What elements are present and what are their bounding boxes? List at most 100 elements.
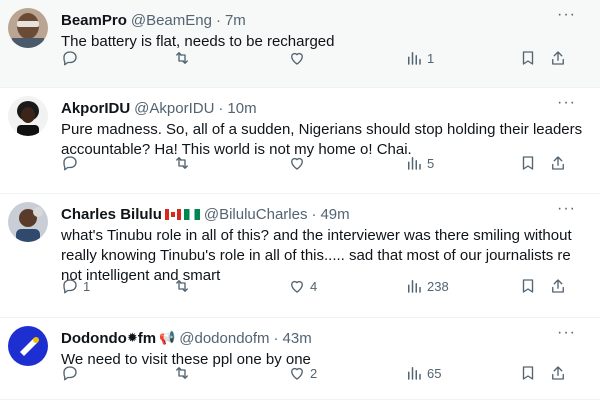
display-name[interactable]: AkporIDU (61, 100, 130, 117)
views-icon (408, 157, 421, 170)
more-icon[interactable]: ··· (557, 200, 576, 218)
view-count: 65 (427, 365, 442, 381)
user-handle[interactable]: @BiluluCharles (204, 206, 308, 223)
share-icon (552, 51, 564, 65)
view-count: 238 (427, 278, 449, 294)
like-icon (291, 52, 303, 65)
retweet-button[interactable] (173, 277, 195, 295)
views-button[interactable]: 1 (405, 49, 434, 67)
tweet-header: AkporIDU @AkporIDU · 10m (61, 98, 588, 118)
views-button[interactable]: 5 (405, 154, 434, 172)
reply-icon (63, 156, 77, 171)
tweet-header: BeamPro @BeamEng · 7m (61, 10, 588, 30)
timeline-feed: BeamPro @BeamEng · 7m The battery is fla… (0, 0, 600, 400)
view-count: 1 (427, 50, 435, 66)
share-icon (552, 366, 564, 380)
reply-button[interactable] (61, 49, 83, 67)
tweet[interactable]: BeamPro @BeamEng · 7m The battery is fla… (0, 0, 600, 88)
display-name[interactable]: BeamPro (61, 12, 127, 29)
separator: · (273, 329, 279, 347)
views-icon (408, 280, 421, 293)
separator: · (218, 99, 224, 117)
views-button[interactable]: 238 (405, 277, 449, 295)
tweet-text: Pure madness. So, all of a sudden, Niger… (61, 121, 583, 158)
share-icon (552, 156, 564, 170)
views-icon (408, 367, 421, 380)
like-button[interactable]: 2 (288, 364, 317, 382)
share-button[interactable] (549, 154, 567, 172)
timestamp[interactable]: 43m (283, 330, 312, 347)
like-icon (291, 280, 303, 293)
tweet-body: AkporIDU @AkporIDU · 10m Pure madness. S… (61, 98, 588, 160)
retweet-icon (176, 157, 188, 169)
reply-button[interactable]: 1 (61, 277, 90, 295)
like-button[interactable]: 4 (288, 277, 317, 295)
display-name[interactable]: Charles Bilulu (61, 206, 162, 223)
user-handle[interactable]: @dodondofm (179, 330, 269, 347)
views-button[interactable]: 65 (405, 364, 441, 382)
bookmark-icon (522, 156, 534, 170)
like-button[interactable] (288, 49, 310, 67)
tweet-header: Dodondo ✹ fm 📢 @dodondofm · 43m (61, 328, 588, 348)
avatar[interactable] (8, 326, 48, 366)
like-icon (291, 367, 303, 380)
share-button[interactable] (549, 49, 567, 67)
retweet-button[interactable] (173, 364, 195, 382)
nigeria-flag-icon (183, 208, 200, 220)
retweet-icon (176, 367, 188, 379)
display-name-suffix[interactable]: fm (138, 330, 156, 347)
reply-count: 1 (83, 278, 91, 294)
separator: · (215, 11, 221, 29)
tweet[interactable]: Charles Bilulu @BiluluCharles · 49m what… (0, 194, 600, 318)
like-count: 4 (310, 278, 318, 294)
tweet-text: The battery is flat, needs to be recharg… (61, 33, 335, 50)
bookmark-icon (522, 366, 534, 380)
tweet-header: Charles Bilulu @BiluluCharles · 49m (61, 204, 588, 224)
views-icon (408, 52, 421, 65)
timestamp[interactable]: 7m (225, 12, 246, 29)
bookmark-icon (522, 51, 534, 65)
share-button[interactable] (549, 364, 567, 382)
more-icon[interactable]: ··· (557, 324, 576, 342)
more-icon[interactable]: ··· (557, 6, 576, 24)
bookmark-button[interactable] (519, 277, 537, 295)
user-handle[interactable]: @BeamEng (131, 12, 212, 29)
tweet-body: BeamPro @BeamEng · 7m The battery is fla… (61, 10, 588, 52)
retweet-button[interactable] (173, 49, 195, 67)
megaphone-icon: 📢 (159, 330, 176, 345)
reply-button[interactable] (61, 364, 83, 382)
bookmark-icon (522, 279, 534, 293)
bookmark-button[interactable] (519, 154, 537, 172)
avatar[interactable] (8, 202, 48, 242)
bookmark-button[interactable] (519, 49, 537, 67)
timestamp[interactable]: 10m (227, 100, 256, 117)
tweet[interactable]: AkporIDU @AkporIDU · 10m Pure madness. S… (0, 88, 600, 194)
tweet-body: Charles Bilulu @BiluluCharles · 49m what… (61, 204, 588, 286)
canada-flag-icon (164, 208, 181, 220)
reply-icon (63, 366, 77, 381)
retweet-button[interactable] (173, 154, 195, 172)
like-icon (291, 157, 303, 170)
user-handle[interactable]: @AkporIDU (134, 100, 214, 117)
reply-button[interactable] (61, 154, 83, 172)
like-button[interactable] (288, 154, 310, 172)
more-icon[interactable]: ··· (557, 94, 576, 112)
display-name[interactable]: Dodondo (61, 330, 127, 347)
tweet-text: We need to visit these ppl one by one (61, 351, 311, 368)
retweet-icon (176, 280, 188, 292)
reply-icon (63, 279, 77, 294)
separator: · (311, 205, 317, 223)
tweet-text: what's Tinubu role in all of this? and t… (61, 227, 572, 284)
avatar[interactable] (8, 8, 48, 48)
reply-icon (63, 51, 77, 66)
retweet-icon (176, 52, 188, 64)
explosion-icon: ✹ (126, 330, 138, 345)
tweet-body: Dodondo ✹ fm 📢 @dodondofm · 43m We need … (61, 328, 588, 370)
like-count: 2 (310, 365, 318, 381)
tweet[interactable]: Dodondo ✹ fm 📢 @dodondofm · 43m We need … (0, 318, 600, 400)
timestamp[interactable]: 49m (320, 206, 349, 223)
share-icon (552, 279, 564, 293)
bookmark-button[interactable] (519, 364, 537, 382)
avatar[interactable] (8, 96, 48, 136)
share-button[interactable] (549, 277, 567, 295)
